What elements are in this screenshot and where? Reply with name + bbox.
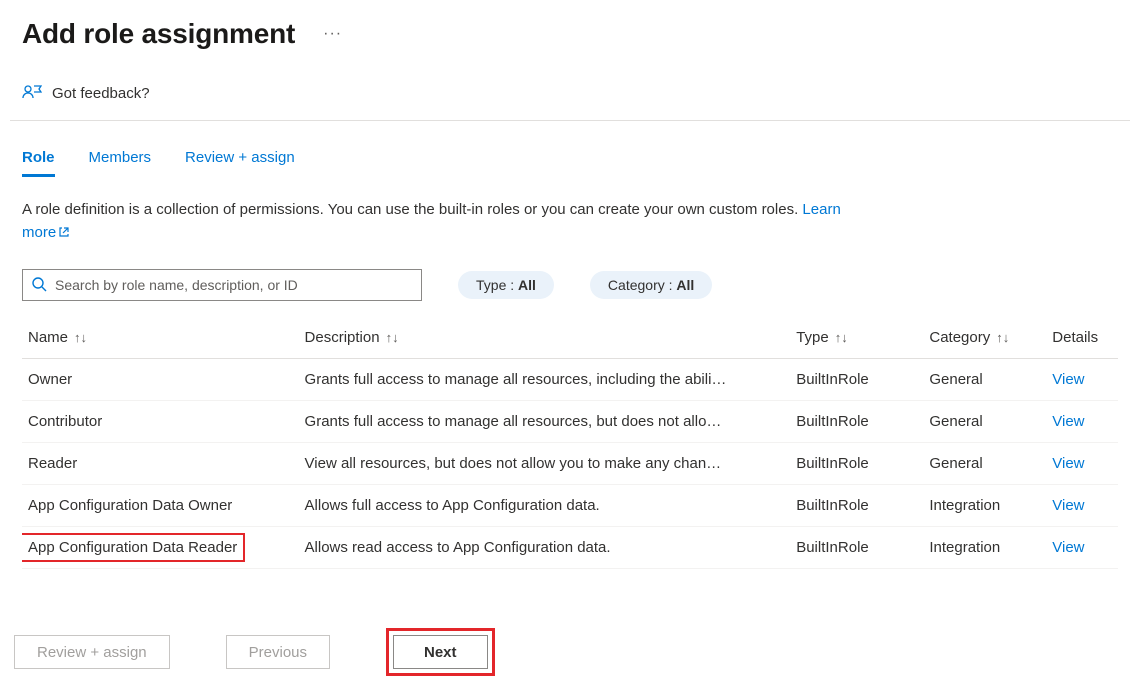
table-row[interactable]: ReaderView all resources, but does not a… bbox=[22, 443, 1118, 485]
next-button-highlight: Next bbox=[386, 628, 495, 676]
table-row[interactable]: OwnerGrants full access to manage all re… bbox=[22, 359, 1118, 401]
sort-icon: ↑↓ bbox=[386, 330, 399, 345]
column-header-type[interactable]: Type↑↓ bbox=[790, 319, 923, 359]
role-category-cell: General bbox=[923, 443, 1046, 485]
more-actions-icon[interactable]: ··· bbox=[323, 25, 342, 43]
previous-button[interactable]: Previous bbox=[226, 635, 330, 669]
column-header-details: Details bbox=[1046, 319, 1118, 359]
role-name-cell: App Configuration Data Reader bbox=[22, 527, 299, 569]
filter-category-pill[interactable]: Category : All bbox=[590, 271, 712, 299]
column-header-category[interactable]: Category↑↓ bbox=[923, 319, 1046, 359]
view-details-link[interactable]: View bbox=[1052, 413, 1084, 430]
role-name-cell: Reader bbox=[22, 443, 299, 485]
column-header-name[interactable]: Name↑↓ bbox=[22, 319, 299, 359]
role-category-cell: Integration bbox=[923, 485, 1046, 527]
role-name-cell: App Configuration Data Owner bbox=[22, 485, 299, 527]
role-name-cell: Contributor bbox=[22, 401, 299, 443]
role-type-cell: BuiltInRole bbox=[790, 527, 923, 569]
sort-icon: ↑↓ bbox=[835, 330, 848, 345]
role-description-text: A role definition is a collection of per… bbox=[22, 201, 798, 218]
roles-table: Name↑↓ Description↑↓ Type↑↓ Category↑↓ D… bbox=[22, 319, 1118, 569]
role-description-cell: View all resources, but does not allow y… bbox=[299, 443, 791, 485]
view-details-link[interactable]: View bbox=[1052, 371, 1084, 388]
filter-type-pill[interactable]: Type : All bbox=[458, 271, 554, 299]
role-type-cell: BuiltInRole bbox=[790, 401, 923, 443]
role-description-cell: Allows read access to App Configuration … bbox=[299, 527, 791, 569]
table-row[interactable]: ContributorGrants full access to manage … bbox=[22, 401, 1118, 443]
feedback-link[interactable]: Got feedback? bbox=[0, 60, 1140, 120]
search-input[interactable] bbox=[55, 277, 413, 293]
role-category-cell: General bbox=[923, 359, 1046, 401]
table-row[interactable]: App Configuration Data OwnerAllows full … bbox=[22, 485, 1118, 527]
role-type-cell: BuiltInRole bbox=[790, 443, 923, 485]
role-description-cell: Grants full access to manage all resourc… bbox=[299, 401, 791, 443]
view-details-link[interactable]: View bbox=[1052, 497, 1084, 514]
role-category-cell: Integration bbox=[923, 527, 1046, 569]
sort-icon: ↑↓ bbox=[74, 330, 87, 345]
column-header-description[interactable]: Description↑↓ bbox=[299, 319, 791, 359]
role-name-cell: Owner bbox=[22, 359, 299, 401]
role-description-cell: Grants full access to manage all resourc… bbox=[299, 359, 791, 401]
table-row[interactable]: App Configuration Data ReaderAllows read… bbox=[22, 527, 1118, 569]
sort-icon: ↑↓ bbox=[996, 330, 1009, 345]
role-type-cell: BuiltInRole bbox=[790, 485, 923, 527]
external-link-icon bbox=[58, 223, 70, 246]
search-icon bbox=[31, 276, 47, 295]
next-button[interactable]: Next bbox=[393, 635, 488, 669]
tab-members[interactable]: Members bbox=[89, 149, 152, 177]
tab-role[interactable]: Role bbox=[22, 149, 55, 177]
review-assign-button[interactable]: Review + assign bbox=[14, 635, 170, 669]
view-details-link[interactable]: View bbox=[1052, 455, 1084, 472]
feedback-label: Got feedback? bbox=[52, 85, 150, 102]
view-details-link[interactable]: View bbox=[1052, 539, 1084, 556]
role-description-cell: Allows full access to App Configuration … bbox=[299, 485, 791, 527]
page-title: Add role assignment bbox=[22, 18, 295, 50]
feedback-icon bbox=[22, 84, 42, 102]
role-type-cell: BuiltInRole bbox=[790, 359, 923, 401]
role-category-cell: General bbox=[923, 401, 1046, 443]
search-box[interactable] bbox=[22, 269, 422, 301]
tab-review-assign[interactable]: Review + assign bbox=[185, 149, 295, 177]
